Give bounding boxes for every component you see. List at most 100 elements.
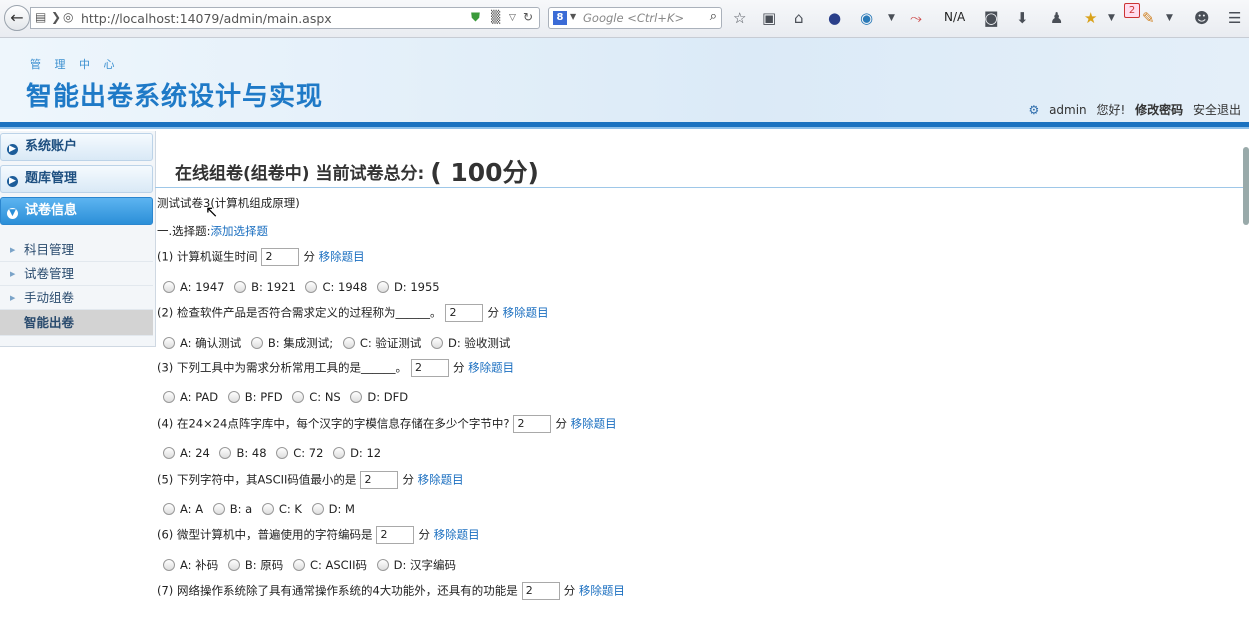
score-input[interactable]: 2 xyxy=(376,526,415,544)
radio-icon[interactable] xyxy=(376,281,389,293)
bookmark-star-icon[interactable]: ☆ xyxy=(733,8,746,28)
score-input[interactable]: 2 xyxy=(360,471,399,489)
option[interactable]: D: M xyxy=(311,502,355,516)
remove-question-link[interactable]: 移除题目 xyxy=(418,473,464,487)
score-input[interactable]: 2 xyxy=(445,304,484,322)
option[interactable]: B: 1921 xyxy=(234,280,296,294)
sidebar-section-accounts[interactable]: ▶ 系统账户 xyxy=(0,133,153,161)
search-engine-icon[interactable]: 8 xyxy=(553,11,567,25)
chat-bubble-icon[interactable]: ◙ xyxy=(984,8,999,28)
radio-icon[interactable] xyxy=(292,559,305,571)
radio-icon[interactable] xyxy=(376,559,389,571)
option[interactable]: A: 1947 xyxy=(163,280,224,294)
user-icon[interactable]: ♟ xyxy=(1050,8,1063,28)
radio-icon[interactable] xyxy=(163,281,175,293)
radio-icon[interactable] xyxy=(311,503,324,515)
radio-icon[interactable] xyxy=(227,559,240,571)
option[interactable]: D: 汉字编码 xyxy=(376,557,456,573)
radio-icon[interactable] xyxy=(163,503,175,515)
addon-dropdown-icon[interactable]: ▼ xyxy=(888,8,895,28)
option[interactable]: B: 原码 xyxy=(227,557,283,573)
reading-list-icon[interactable]: ▣ xyxy=(762,8,776,28)
sidebar-section-question-bank[interactable]: ▶ 题库管理 xyxy=(0,165,153,193)
radio-icon[interactable] xyxy=(431,337,444,349)
star-dropdown-icon[interactable]: ▼ xyxy=(1108,8,1115,28)
pencil-dropdown-icon[interactable]: ▼ xyxy=(1166,8,1173,28)
radio-icon[interactable] xyxy=(234,281,247,293)
remove-question-link[interactable]: 移除题目 xyxy=(468,361,514,375)
search-icon[interactable]: ⌕ xyxy=(710,9,717,24)
radio-icon[interactable] xyxy=(350,391,363,403)
radio-icon[interactable] xyxy=(163,447,175,459)
option[interactable]: A: A xyxy=(163,502,203,516)
reload-icon[interactable]: ↻ xyxy=(523,10,533,24)
back-arrow-icon[interactable]: ← xyxy=(4,5,30,31)
option[interactable]: C: 1948 xyxy=(305,280,367,294)
option[interactable]: C: 验证测试 xyxy=(342,335,421,351)
option[interactable]: B: PFD xyxy=(227,390,283,404)
shield-icon[interactable]: ⛊ xyxy=(471,10,480,25)
dropdown-arrow-icon[interactable]: ▽ xyxy=(509,13,516,23)
score-input[interactable]: 2 xyxy=(410,359,449,377)
radio-icon[interactable] xyxy=(163,337,175,349)
change-password-link[interactable]: 修改密码 xyxy=(1135,103,1183,117)
sidebar-section-papers[interactable]: ▼ 试卷信息 xyxy=(0,197,153,225)
na-label[interactable]: N/A xyxy=(944,10,965,24)
qr-code-icon[interactable]: ▒ xyxy=(491,10,500,24)
radio-icon[interactable] xyxy=(333,447,346,459)
radio-icon[interactable] xyxy=(212,503,225,515)
score-input[interactable]: 2 xyxy=(521,582,560,600)
option[interactable]: D: 12 xyxy=(333,446,381,460)
url-text[interactable]: http://localhost:14079/admin/main.aspx xyxy=(81,11,332,26)
engine-dropdown-icon[interactable]: ▼ xyxy=(570,12,576,21)
scrollbar[interactable] xyxy=(1243,147,1249,225)
home-icon[interactable]: ⌂ xyxy=(794,8,804,28)
notification-badge[interactable]: 2 xyxy=(1124,3,1140,18)
pencil-addon-icon[interactable]: ✎ xyxy=(1142,8,1155,28)
remove-question-link[interactable]: 移除题目 xyxy=(434,528,480,542)
option[interactable]: B: a xyxy=(212,502,252,516)
radio-icon[interactable] xyxy=(163,391,175,403)
radio-icon[interactable] xyxy=(250,337,263,349)
sidebar-item-smart-compose[interactable]: 智能出卷 xyxy=(0,310,153,336)
radio-icon[interactable] xyxy=(261,503,274,515)
address-bar[interactable]: ▤ ❯ ◎ http://localhost:14079/admin/main.… xyxy=(30,7,540,29)
menu-icon[interactable]: ☰ xyxy=(1228,8,1241,28)
star-addon-icon[interactable]: ★ xyxy=(1084,8,1097,28)
option[interactable]: A: PAD xyxy=(163,390,218,404)
globe-addon-icon[interactable]: ◉ xyxy=(860,8,873,28)
option[interactable]: D: DFD xyxy=(350,390,408,404)
remove-question-link[interactable]: 移除题目 xyxy=(503,306,549,320)
option[interactable]: C: NS xyxy=(292,390,341,404)
radio-icon[interactable] xyxy=(292,391,305,403)
sidebar-item-manual-compose[interactable]: ▶ 手动组卷 xyxy=(0,286,153,310)
remove-question-link[interactable]: 移除题目 xyxy=(579,584,625,598)
score-input[interactable]: 2 xyxy=(261,248,300,266)
chart-addon-icon[interactable]: ⤳ xyxy=(910,8,922,28)
option[interactable]: A: 24 xyxy=(163,446,210,460)
radio-icon[interactable] xyxy=(342,337,355,349)
remove-question-link[interactable]: 移除题目 xyxy=(571,417,617,431)
radio-icon[interactable] xyxy=(227,391,240,403)
remove-question-link[interactable]: 移除题目 xyxy=(319,250,365,264)
option[interactable]: C: 72 xyxy=(276,446,323,460)
radio-icon[interactable] xyxy=(219,447,232,459)
score-input[interactable]: 2 xyxy=(513,415,552,433)
option[interactable]: D: 验收测试 xyxy=(431,335,510,351)
option[interactable]: B: 48 xyxy=(219,446,267,460)
logout-link[interactable]: 安全退出 xyxy=(1193,103,1241,117)
add-question-link[interactable]: 添加选择题 xyxy=(211,224,269,238)
option[interactable]: C: ASCII码 xyxy=(292,557,367,573)
sidebar-item-papers[interactable]: ▶ 试卷管理 xyxy=(0,262,153,286)
option[interactable]: D: 1955 xyxy=(376,280,440,294)
option[interactable]: A: 补码 xyxy=(163,557,218,573)
radio-icon[interactable] xyxy=(276,447,289,459)
radio-icon[interactable] xyxy=(305,281,318,293)
radio-icon[interactable] xyxy=(163,559,175,571)
option[interactable]: B: 集成测试; xyxy=(250,335,333,351)
search-input[interactable]: Google <Ctrl+K> xyxy=(583,11,684,25)
download-icon[interactable]: ⬇ xyxy=(1016,8,1029,28)
smiley-icon[interactable]: ☻ xyxy=(1194,8,1210,28)
option[interactable]: A: 确认测试 xyxy=(163,335,241,351)
option[interactable]: C: K xyxy=(261,502,302,516)
